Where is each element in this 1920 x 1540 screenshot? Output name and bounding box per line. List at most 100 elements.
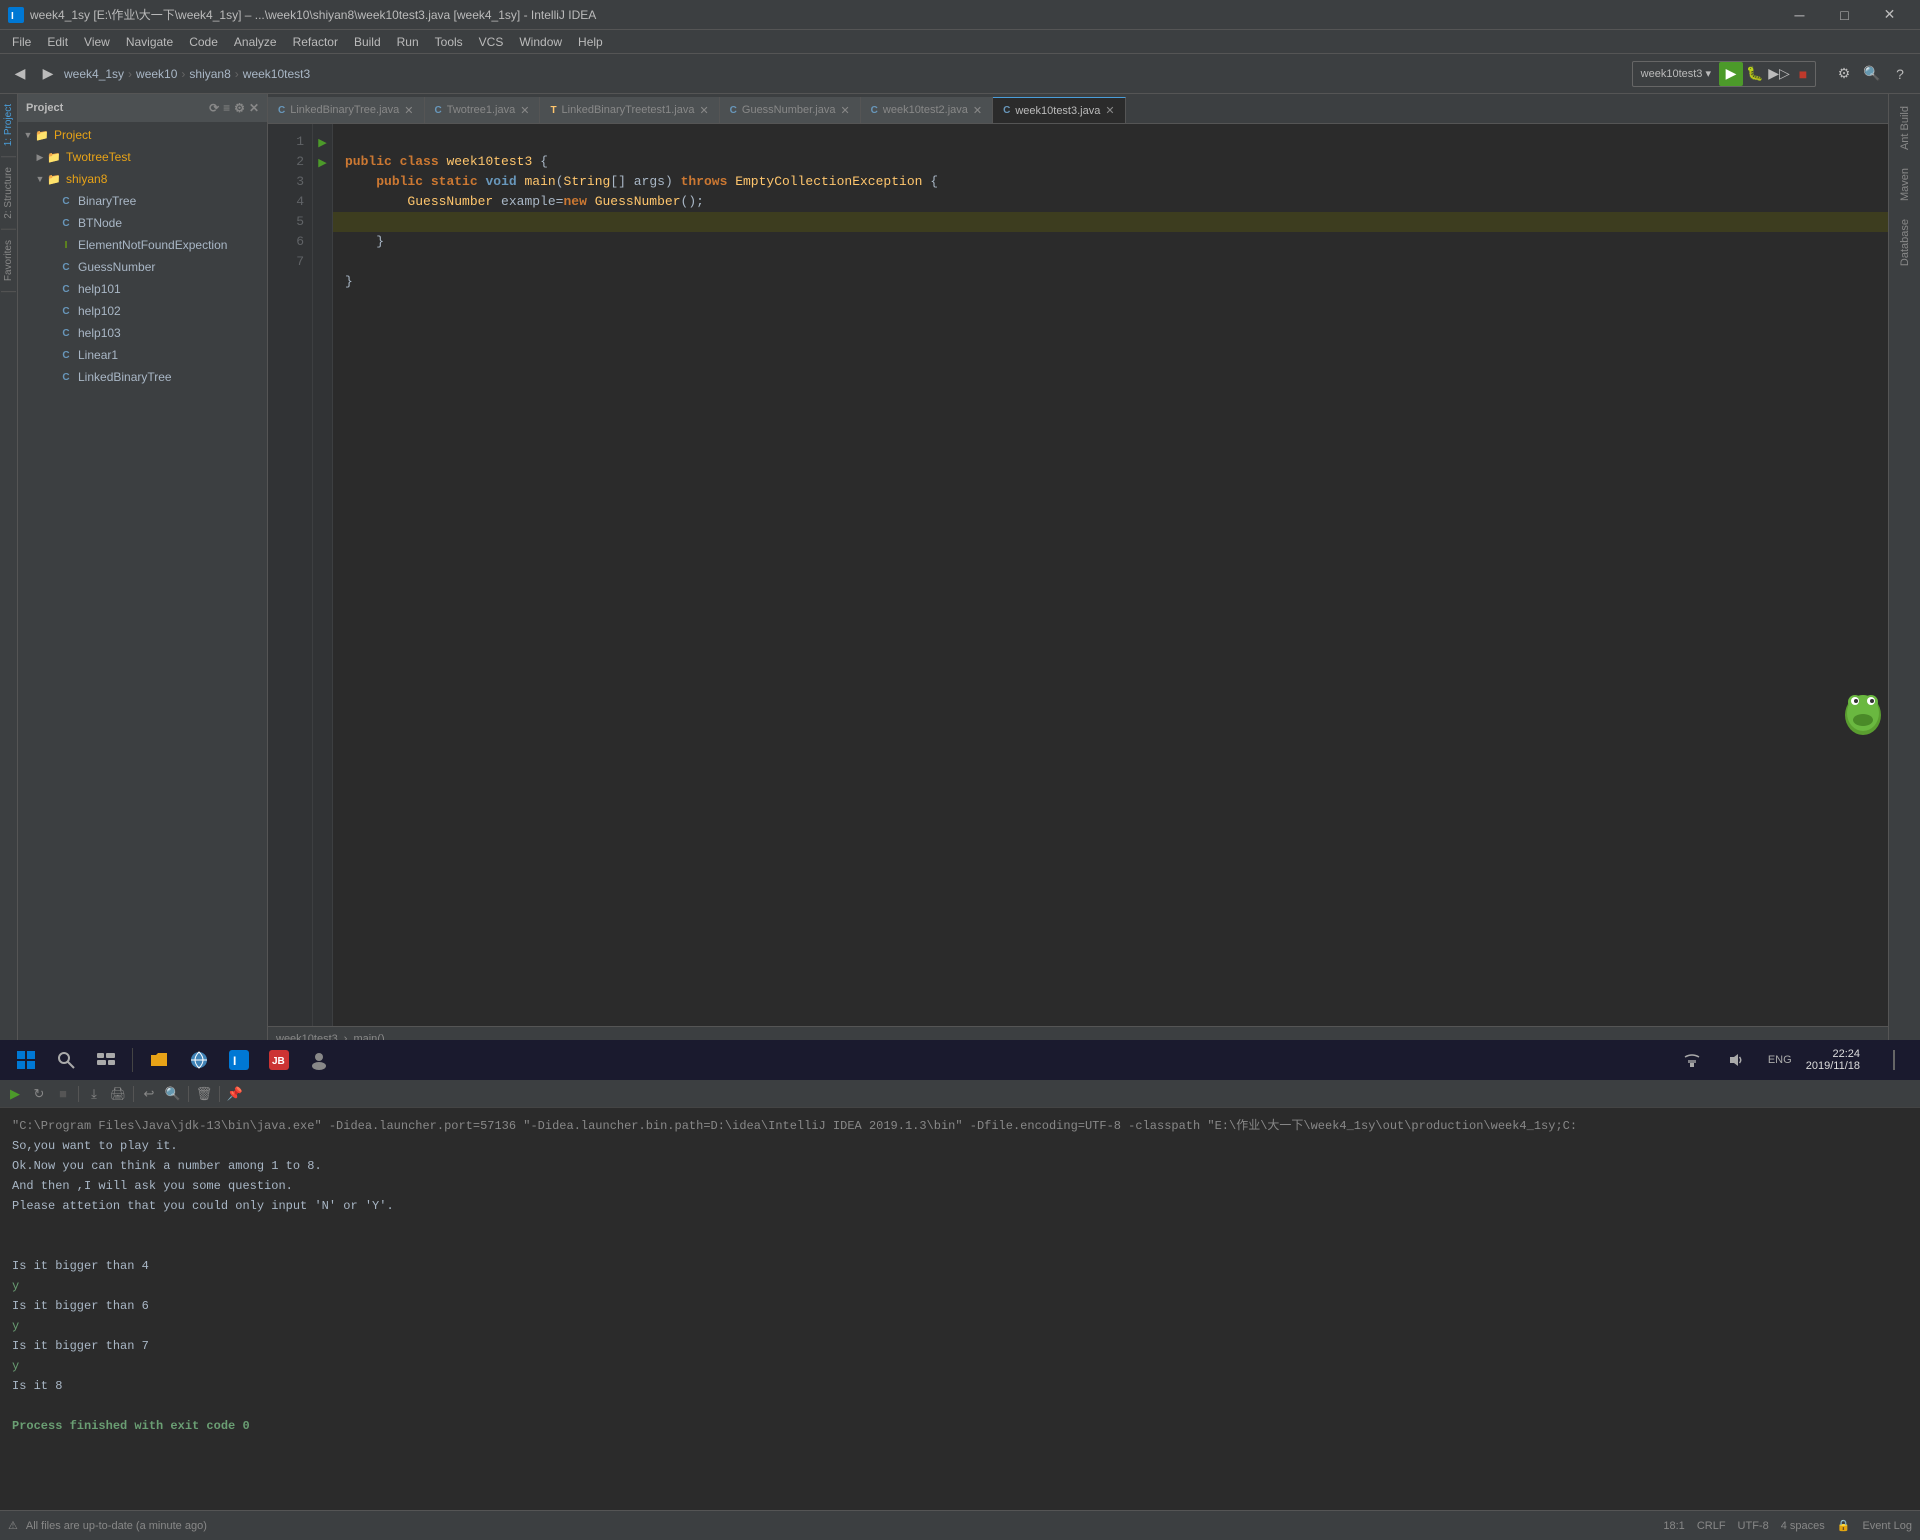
- right-label-ant[interactable]: Ant Build: [1895, 98, 1915, 158]
- forward-button[interactable]: ▶: [36, 62, 60, 86]
- menu-window[interactable]: Window: [511, 30, 570, 54]
- tab-week10test3[interactable]: C week10test3.java ✕: [993, 97, 1125, 123]
- task-view-button[interactable]: [88, 1042, 124, 1078]
- search-everywhere-button[interactable]: 🔍: [1860, 62, 1884, 86]
- tree-item-help103[interactable]: Chelp103: [18, 322, 267, 344]
- show-desktop-button[interactable]: [1876, 1042, 1912, 1078]
- project-tree: ▼📁Project▶📁TwotreeTest▼📁shiyan8 CBinaryT…: [18, 122, 267, 1050]
- output-answer: Is it 8: [12, 1376, 1908, 1396]
- run-with-coverage-button[interactable]: ▶▷: [1767, 62, 1791, 86]
- rerun-failed-button[interactable]: ↻: [28, 1083, 50, 1105]
- sidebar-item-project[interactable]: 1: Project: [1, 94, 16, 157]
- tab-linkedbinarytreetest1[interactable]: T LinkedBinaryTreetest1.java ✕: [540, 97, 719, 123]
- menu-vcs[interactable]: VCS: [471, 30, 512, 54]
- tab-linkedbinarytree[interactable]: C LinkedBinaryTree.java ✕: [268, 97, 425, 123]
- taskbar-clock[interactable]: 22:24 2019/11/18: [1806, 1048, 1868, 1072]
- search-button[interactable]: [48, 1042, 84, 1078]
- breadcrumb-project[interactable]: week4_1sy: [64, 67, 124, 81]
- right-label-database[interactable]: Database: [1895, 211, 1915, 274]
- tab-close-guessnumber[interactable]: ✕: [840, 104, 849, 117]
- sidebar-item-favorites[interactable]: Favorites: [1, 230, 16, 292]
- status-encoding[interactable]: UTF-8: [1738, 1520, 1769, 1532]
- tree-item-binarytree[interactable]: CBinaryTree: [18, 190, 267, 212]
- breadcrumb-module[interactable]: week10: [136, 67, 177, 81]
- tab-week10test2[interactable]: C week10test2.java ✕: [861, 97, 993, 123]
- taskbar-avatar[interactable]: [301, 1042, 337, 1078]
- status-position[interactable]: 18:1: [1663, 1520, 1684, 1532]
- soft-wrap-button[interactable]: ↩: [138, 1083, 160, 1105]
- menu-view[interactable]: View: [76, 30, 118, 54]
- tab-close-twotree1[interactable]: ✕: [520, 104, 529, 117]
- back-button[interactable]: ◀: [8, 62, 32, 86]
- menu-edit[interactable]: Edit: [39, 30, 76, 54]
- tab-close-linkedbinarytreetest1[interactable]: ✕: [699, 104, 708, 117]
- minimize-button[interactable]: ─: [1777, 0, 1822, 30]
- run-button[interactable]: ▶: [1719, 62, 1743, 86]
- tree-item-help102[interactable]: Chelp102: [18, 300, 267, 322]
- toolbar: ◀ ▶ week4_1sy › week10 › shiyan8 › week1…: [0, 54, 1920, 94]
- menu-build[interactable]: Build: [346, 30, 389, 54]
- menu-analyze[interactable]: Analyze: [226, 30, 285, 54]
- code-content[interactable]: public class week10test3 { public static…: [333, 124, 1888, 1026]
- debug-button[interactable]: 🐛: [1743, 62, 1767, 86]
- menu-navigate[interactable]: Navigate: [118, 30, 181, 54]
- code-editor[interactable]: 1 2 3 4 5 6 7 ▶ ▶ public class week10tes…: [268, 124, 1888, 1026]
- tree-item-help101[interactable]: Chelp101: [18, 278, 267, 300]
- close-button[interactable]: ✕: [1867, 0, 1912, 30]
- pin-button[interactable]: 📌: [224, 1083, 246, 1105]
- rerun-button[interactable]: ▶: [4, 1083, 26, 1105]
- scroll-to-end-button[interactable]: ⤓: [83, 1083, 105, 1105]
- sync-icon[interactable]: ⟳: [209, 101, 219, 115]
- stop-run-button[interactable]: ■: [52, 1083, 74, 1105]
- event-log-button[interactable]: Event Log: [1862, 1520, 1912, 1532]
- clear-all-button[interactable]: 🗑: [193, 1083, 215, 1105]
- menu-run[interactable]: Run: [389, 30, 427, 54]
- filter-button[interactable]: 🔍: [162, 1083, 184, 1105]
- status-message[interactable]: All files are up-to-date (a minute ago): [26, 1520, 207, 1532]
- tab-close-week10test2[interactable]: ✕: [973, 104, 982, 117]
- status-indent[interactable]: 4 spaces: [1781, 1520, 1825, 1532]
- taskbar-jetbrains[interactable]: JB: [261, 1042, 297, 1078]
- print-button[interactable]: 🖨: [107, 1083, 129, 1105]
- menu-file[interactable]: File: [4, 30, 39, 54]
- tab-close-linkedbinarytree[interactable]: ✕: [404, 104, 413, 117]
- tray-ime[interactable]: ENG: [1762, 1042, 1798, 1078]
- menu-code[interactable]: Code: [181, 30, 226, 54]
- sidebar-item-structure[interactable]: 2: Structure: [1, 157, 16, 230]
- tray-network[interactable]: [1674, 1042, 1710, 1078]
- tab-twotree1[interactable]: C Twotree1.java ✕: [425, 97, 541, 123]
- settings-button[interactable]: ⚙: [1832, 62, 1856, 86]
- taskbar-browser[interactable]: [181, 1042, 217, 1078]
- breadcrumb-package[interactable]: shiyan8: [189, 67, 230, 81]
- run-config-selector[interactable]: week10test3 ▾: [1633, 64, 1719, 83]
- taskbar-intellij[interactable]: I: [221, 1042, 257, 1078]
- breadcrumb-file[interactable]: week10test3: [243, 67, 310, 81]
- status-line-ending[interactable]: CRLF: [1697, 1520, 1726, 1532]
- tree-item-shiyan8[interactable]: ▼📁shiyan8: [18, 168, 267, 190]
- left-sidebar-labels: 1: Project 2: Structure Favorites: [0, 94, 18, 1050]
- help-button[interactable]: ?: [1888, 62, 1912, 86]
- settings-icon[interactable]: ⚙: [234, 101, 245, 115]
- start-button[interactable]: [8, 1042, 44, 1078]
- tray-volume[interactable]: [1718, 1042, 1754, 1078]
- menu-help[interactable]: Help: [570, 30, 611, 54]
- tree-item-btnode[interactable]: CBTNode: [18, 212, 267, 234]
- tree-item-twotreetest[interactable]: ▶📁TwotreeTest: [18, 146, 267, 168]
- tree-item-guessnumber[interactable]: CGuessNumber: [18, 256, 267, 278]
- taskbar-folder[interactable]: [141, 1042, 177, 1078]
- tree-item-elementnotfoundexpection[interactable]: IElementNotFoundExpection: [18, 234, 267, 256]
- run-gutter-1[interactable]: ▶: [313, 132, 332, 152]
- tree-item-project[interactable]: ▼📁Project: [18, 124, 267, 146]
- menu-tools[interactable]: Tools: [427, 30, 471, 54]
- menu-refactor[interactable]: Refactor: [285, 30, 346, 54]
- stop-button[interactable]: ■: [1791, 62, 1815, 86]
- tab-guessnumber[interactable]: C GuessNumber.java ✕: [720, 97, 861, 123]
- collapse-icon[interactable]: ≡: [223, 101, 230, 115]
- tree-item-linear1[interactable]: CLinear1: [18, 344, 267, 366]
- right-label-maven[interactable]: Maven: [1895, 160, 1915, 209]
- run-gutter-2[interactable]: ▶: [313, 152, 332, 172]
- tab-close-week10test3[interactable]: ✕: [1105, 104, 1114, 117]
- maximize-button[interactable]: □: [1822, 0, 1867, 30]
- tree-item-linkedbinarytree[interactable]: CLinkedBinaryTree: [18, 366, 267, 388]
- hide-icon[interactable]: ✕: [249, 101, 259, 115]
